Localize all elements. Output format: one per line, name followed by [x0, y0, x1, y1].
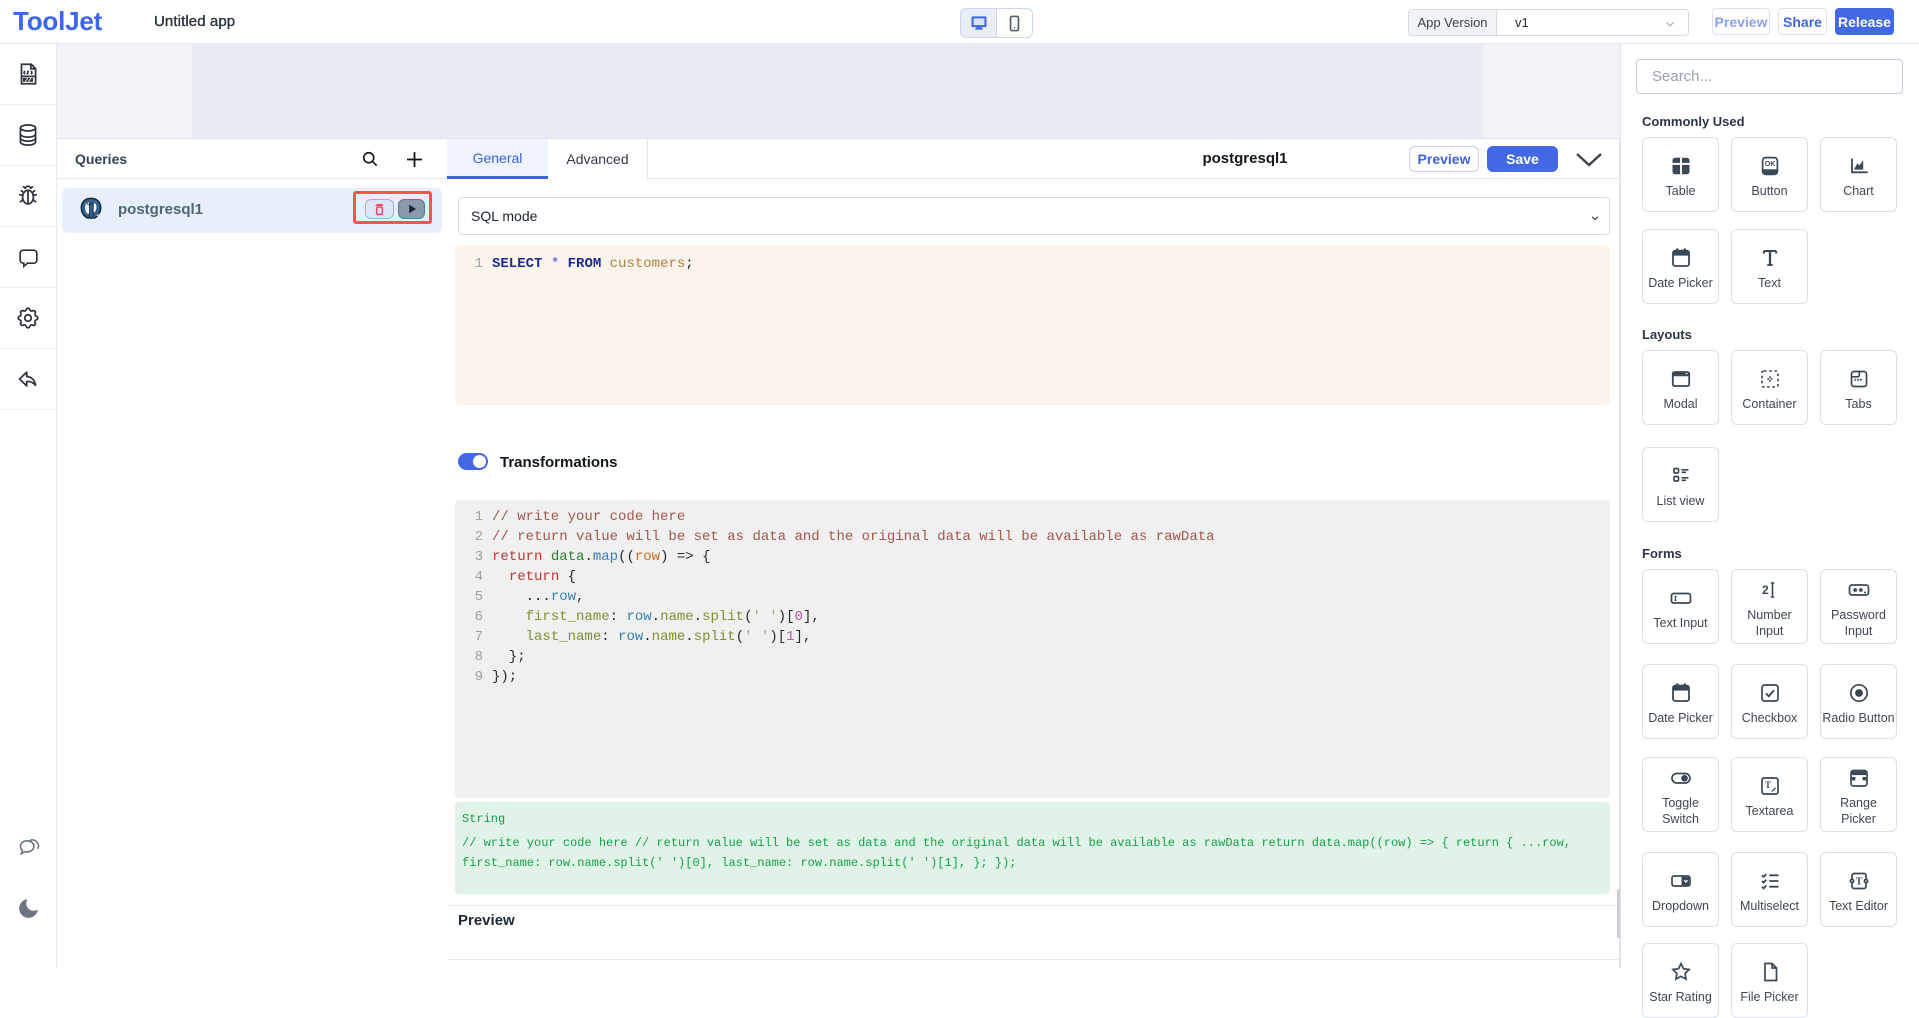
svg-text:T: T — [1765, 780, 1771, 790]
svg-text:2: 2 — [1762, 583, 1769, 597]
svg-text:T: T — [1855, 877, 1862, 888]
svg-text:OK: OK — [1764, 161, 1775, 168]
